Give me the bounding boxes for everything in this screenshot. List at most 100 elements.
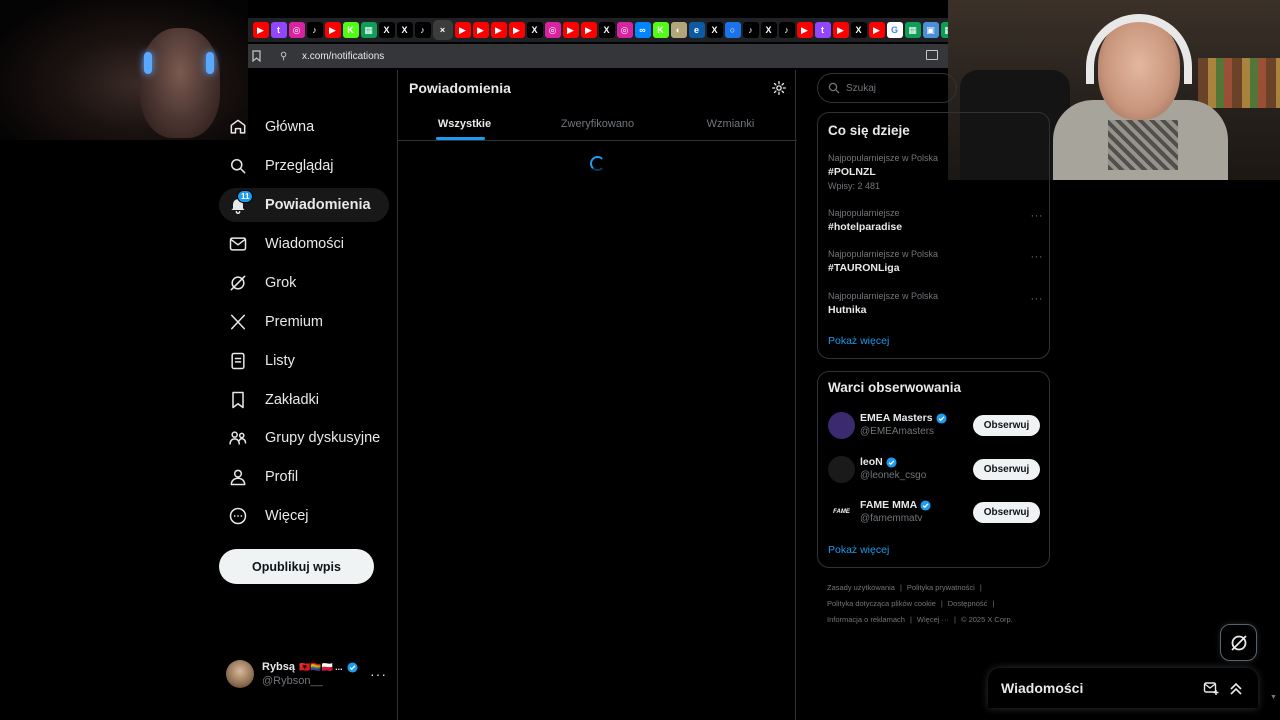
- post-button[interactable]: Opublikuj wpis: [219, 549, 374, 584]
- nav-premium[interactable]: Premium: [219, 305, 341, 339]
- x-icon[interactable]: X: [526, 22, 543, 38]
- sheets-icon[interactable]: ▦: [940, 22, 948, 38]
- more-dots-icon[interactable]: ···: [370, 666, 387, 682]
- nav-bookmarks[interactable]: Zakładki: [219, 383, 337, 417]
- instagram-icon[interactable]: ◎: [544, 22, 561, 38]
- avatar[interactable]: FAME: [828, 498, 855, 526]
- footer-link[interactable]: Polityka prywatności: [907, 583, 975, 592]
- site-info-icon[interactable]: ⚲: [280, 51, 294, 62]
- nav-explore[interactable]: Przeglądaj: [219, 149, 352, 183]
- instagram-icon[interactable]: ◎: [616, 22, 633, 38]
- follow-suggestion[interactable]: EMEA Masters @EMEAmasters Obserwuj: [828, 408, 1040, 442]
- nav-home[interactable]: Główna: [219, 110, 332, 144]
- new-message-icon[interactable]: [1203, 680, 1219, 696]
- trends-title: Co się dzieje: [828, 123, 910, 138]
- more-dots-icon[interactable]: ···: [1031, 251, 1044, 263]
- grok-floating-button[interactable]: [1220, 624, 1257, 661]
- trends-show-more-link[interactable]: Pokaż więcej: [828, 335, 889, 347]
- nav-messages[interactable]: Wiadomości: [219, 227, 362, 261]
- nav-item-label: Wiadomości: [265, 236, 344, 252]
- avatar[interactable]: [828, 455, 855, 483]
- nav-profile[interactable]: Profil: [219, 460, 316, 494]
- messages-drawer[interactable]: Wiadomości: [988, 668, 1258, 708]
- youtube-icon[interactable]: ▶: [868, 22, 885, 38]
- tiktok-icon[interactable]: ♪: [778, 22, 795, 38]
- active-tab-close-icon[interactable]: ×: [432, 20, 453, 40]
- headphones: [1086, 14, 1192, 84]
- bookmark-star-icon[interactable]: [252, 50, 266, 62]
- google-icon[interactable]: G: [886, 22, 903, 38]
- x-icon[interactable]: X: [850, 22, 867, 38]
- follow-handle: @EMEAmasters: [860, 426, 935, 437]
- instagram-icon[interactable]: ◎: [288, 22, 305, 38]
- twitch-icon[interactable]: t: [270, 22, 287, 38]
- scrollbar-down-arrow-icon[interactable]: ▼: [1270, 694, 1278, 702]
- tab-wszystkie[interactable]: Wszystkie: [398, 108, 531, 140]
- edge-icon[interactable]: e: [688, 22, 705, 38]
- tab-zweryfikowano[interactable]: Zweryfikowano: [531, 108, 664, 140]
- sheets-icon[interactable]: ▦: [904, 22, 921, 38]
- footer-link[interactable]: Więcej ···: [917, 615, 949, 624]
- tab-icon[interactable]: ▣: [922, 22, 939, 38]
- youtube-icon[interactable]: ▶: [562, 22, 579, 38]
- nav-lists[interactable]: Listy: [219, 344, 313, 378]
- nav-more[interactable]: Więcej: [219, 499, 327, 533]
- trend-item[interactable]: Najpopularniejsze w Polska #POLNZL Wpisy:…: [828, 153, 1043, 191]
- x-icon[interactable]: X: [378, 22, 395, 38]
- nav-communities[interactable]: Grupy dyskusyjne: [219, 421, 398, 455]
- twitch-icon[interactable]: t: [814, 22, 831, 38]
- youtube-icon[interactable]: ▶: [508, 22, 525, 38]
- youtube-icon[interactable]: ▶: [580, 22, 597, 38]
- avatar: [226, 660, 254, 688]
- footer-link[interactable]: © 2025 X Corp.: [961, 615, 1013, 624]
- sheets-icon[interactable]: ▦: [360, 22, 377, 38]
- messenger-icon[interactable]: ∞: [634, 22, 651, 38]
- x-icon[interactable]: X: [760, 22, 777, 38]
- youtube-icon[interactable]: ▶: [490, 22, 507, 38]
- browser-address-bar[interactable]: ⚲ x.com/notifications: [248, 44, 948, 68]
- url-text[interactable]: x.com/notifications: [302, 51, 384, 62]
- trend-item[interactable]: Najpopularniejsze w Polska Hutnika ···: [828, 291, 1043, 316]
- loading-icon[interactable]: ○: [724, 22, 741, 38]
- footer-link[interactable]: Informacja o reklamach: [827, 615, 905, 624]
- follow-button[interactable]: Obserwuj: [973, 459, 1040, 480]
- kick-icon[interactable]: K: [652, 22, 669, 38]
- nav-grok[interactable]: Grok: [219, 266, 314, 300]
- x-icon[interactable]: X: [598, 22, 615, 38]
- x-icon[interactable]: X: [706, 22, 723, 38]
- follow-button[interactable]: Obserwuj: [973, 502, 1040, 523]
- follow-button[interactable]: Obserwuj: [973, 415, 1040, 436]
- youtube-icon[interactable]: ▶: [454, 22, 471, 38]
- youtube-icon[interactable]: ▶: [796, 22, 813, 38]
- follow-suggestion[interactable]: leoN @leonek_csgo Obserwuj: [828, 452, 1040, 486]
- gear-icon[interactable]: [771, 80, 787, 96]
- follow-show-more-link[interactable]: Pokaż więcej: [828, 544, 889, 556]
- more-dots-icon[interactable]: ···: [1031, 293, 1044, 305]
- nav-notifications[interactable]: 11 Powiadomienia: [219, 188, 389, 222]
- youtube-icon[interactable]: ▶: [832, 22, 849, 38]
- trend-post-count: Wpisy: 2 481: [828, 181, 881, 191]
- account-switcher[interactable]: Rybsą 🇦🇱🏳️‍🌈🇵🇱 ... @Rybson__ ···: [222, 654, 392, 694]
- search-input[interactable]: Szukaj: [817, 73, 957, 103]
- trend-item[interactable]: Najpopularniejsze w Polska #TAURONLiga ··…: [828, 249, 1043, 274]
- verified-badge-icon: [936, 412, 947, 424]
- tiktok-icon[interactable]: ♪: [306, 22, 323, 38]
- tiktok-icon[interactable]: ♪: [414, 22, 431, 38]
- more-dots-icon[interactable]: ···: [1031, 210, 1044, 222]
- footer-link[interactable]: Zasady użytkowania: [827, 583, 895, 592]
- youtube-icon[interactable]: ▶: [472, 22, 489, 38]
- x-icon[interactable]: X: [396, 22, 413, 38]
- egg-icon[interactable]: ◐: [670, 22, 687, 38]
- chevron-double-up-icon[interactable]: [1228, 680, 1244, 696]
- footer-link[interactable]: Polityka dotycząca plików cookie: [827, 599, 936, 608]
- tab-wzmianki[interactable]: Wzmianki: [664, 108, 797, 140]
- tiktok-icon[interactable]: ♪: [742, 22, 759, 38]
- youtube-icon[interactable]: ▶: [324, 22, 341, 38]
- follow-suggestion[interactable]: FAME FAME MMA @famemmatv Obserwuj: [828, 495, 1040, 529]
- cast-icon[interactable]: [926, 50, 938, 60]
- youtube-icon[interactable]: ▶: [252, 22, 269, 38]
- footer-link[interactable]: Dostępność: [948, 599, 988, 608]
- trend-item[interactable]: Najpopularniejsze #hotelparadise ···: [828, 208, 1043, 233]
- avatar[interactable]: [828, 411, 855, 439]
- kick-icon[interactable]: K: [342, 22, 359, 38]
